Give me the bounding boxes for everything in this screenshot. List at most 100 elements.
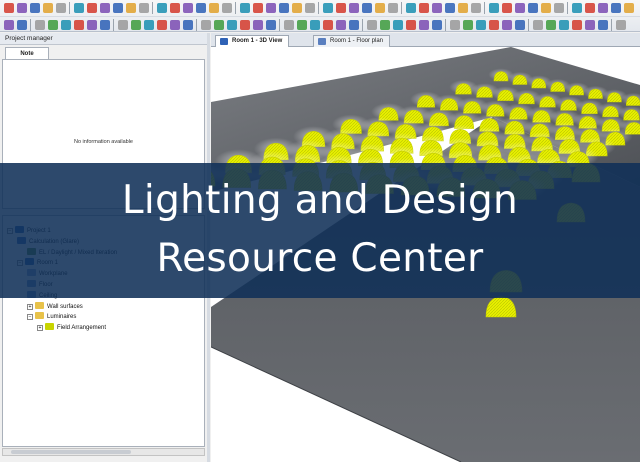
toolbar-button-icon[interactable] bbox=[43, 3, 53, 13]
toolbar-button-icon[interactable] bbox=[432, 20, 442, 30]
toolbar-button-icon[interactable] bbox=[349, 3, 359, 13]
toolbar-button-icon[interactable] bbox=[56, 3, 66, 13]
toolbar-button-icon[interactable] bbox=[336, 3, 346, 13]
toolbar-button-icon[interactable] bbox=[279, 3, 289, 13]
toolbar-button-icon[interactable] bbox=[323, 3, 333, 13]
toolbar-button-icon[interactable] bbox=[100, 20, 110, 30]
toolbar-button-icon[interactable] bbox=[126, 3, 136, 13]
toolbar-button-icon[interactable] bbox=[476, 20, 486, 30]
toolbar-button-icon[interactable] bbox=[367, 20, 377, 30]
toolbar-button-icon[interactable] bbox=[611, 3, 621, 13]
toolbar-button-icon[interactable] bbox=[393, 20, 403, 30]
toolbar-button-icon[interactable] bbox=[533, 20, 543, 30]
toolbar-button-icon[interactable] bbox=[266, 20, 276, 30]
toolbar-button-icon[interactable] bbox=[349, 20, 359, 30]
toolbar-button-icon[interactable] bbox=[17, 3, 27, 13]
toolbar-button-icon[interactable] bbox=[157, 20, 167, 30]
toolbar-button-icon[interactable] bbox=[471, 3, 481, 13]
toolbar-button-icon[interactable] bbox=[35, 20, 45, 30]
toolbar-button-icon[interactable] bbox=[30, 3, 40, 13]
toolbar-button-icon[interactable] bbox=[144, 20, 154, 30]
toolbar-button-icon[interactable] bbox=[624, 3, 634, 13]
toolbar-button-icon[interactable] bbox=[380, 20, 390, 30]
toolbar-button-icon[interactable] bbox=[388, 3, 398, 13]
toolbar-button-icon[interactable] bbox=[201, 20, 211, 30]
toolbar-button-icon[interactable] bbox=[375, 3, 385, 13]
tree-item-field[interactable]: + Field Arrangement bbox=[37, 323, 106, 333]
toolbar-button-icon[interactable] bbox=[572, 3, 582, 13]
toolbar-button-icon[interactable] bbox=[183, 3, 193, 13]
toolbar-button-icon[interactable] bbox=[515, 3, 525, 13]
toolbar-button-icon[interactable] bbox=[266, 3, 276, 13]
toolbar-button-icon[interactable] bbox=[406, 20, 416, 30]
toolbar-button-icon[interactable] bbox=[222, 3, 232, 13]
toolbar-button-icon[interactable] bbox=[541, 3, 551, 13]
tree-item-walls[interactable]: + Wall surfaces bbox=[27, 301, 83, 312]
toolbar-button-icon[interactable] bbox=[323, 20, 333, 30]
toolbar-button-icon[interactable] bbox=[546, 20, 556, 30]
toolbar-button-icon[interactable] bbox=[598, 20, 608, 30]
toolbar-button-icon[interactable] bbox=[74, 3, 84, 13]
toolbar-button-icon[interactable] bbox=[502, 3, 512, 13]
toolbar-button-icon[interactable] bbox=[572, 20, 582, 30]
expand-icon[interactable]: + bbox=[37, 325, 43, 332]
toolbar-button-icon[interactable] bbox=[214, 20, 224, 30]
toolbar-button-icon[interactable] bbox=[183, 20, 193, 30]
toolbar-button-icon[interactable] bbox=[445, 3, 455, 13]
toolbar-button-icon[interactable] bbox=[4, 3, 14, 13]
toolbar-button-icon[interactable] bbox=[240, 20, 250, 30]
toolbar-button-icon[interactable] bbox=[113, 3, 123, 13]
toolbar-button-icon[interactable] bbox=[585, 3, 595, 13]
toolbar-button-icon[interactable] bbox=[598, 3, 608, 13]
toolbar-button-icon[interactable] bbox=[528, 3, 538, 13]
tab-floor-plan[interactable]: Room 1 - Floor plan bbox=[313, 35, 391, 47]
toolbar-button-icon[interactable] bbox=[253, 3, 263, 13]
toolbar-button-icon[interactable] bbox=[131, 20, 141, 30]
toolbar-button-icon[interactable] bbox=[87, 3, 97, 13]
toolbar-button-icon[interactable] bbox=[48, 20, 58, 30]
toolbar-button-icon[interactable] bbox=[554, 3, 564, 13]
toolbar-button-icon[interactable] bbox=[297, 20, 307, 30]
toolbar-button-icon[interactable] bbox=[240, 3, 250, 13]
expand-icon[interactable]: + bbox=[27, 303, 33, 310]
toolbar-button-icon[interactable] bbox=[139, 3, 149, 13]
toolbar-button-icon[interactable] bbox=[336, 20, 346, 30]
scrollbar-thumb[interactable] bbox=[11, 450, 131, 454]
toolbar-button-icon[interactable] bbox=[489, 20, 499, 30]
toolbar-button-icon[interactable] bbox=[170, 20, 180, 30]
toolbar-button-icon[interactable] bbox=[227, 20, 237, 30]
toolbar-button-icon[interactable] bbox=[61, 20, 71, 30]
toolbar-button-icon[interactable] bbox=[432, 3, 442, 13]
toolbar-button-icon[interactable] bbox=[406, 3, 416, 13]
toolbar-button-icon[interactable] bbox=[585, 20, 595, 30]
toolbar-button-icon[interactable] bbox=[87, 20, 97, 30]
horizontal-scrollbar[interactable] bbox=[2, 448, 205, 456]
toolbar-button-icon[interactable] bbox=[100, 3, 110, 13]
toolbar-button-icon[interactable] bbox=[419, 20, 429, 30]
toolbar-button-icon[interactable] bbox=[253, 20, 263, 30]
tab-3d-view[interactable]: Room 1 - 3D View bbox=[215, 35, 290, 47]
toolbar-button-icon[interactable] bbox=[362, 3, 372, 13]
toolbar-button-icon[interactable] bbox=[4, 20, 14, 30]
toolbar-button-icon[interactable] bbox=[284, 20, 294, 30]
toolbar-button-icon[interactable] bbox=[170, 3, 180, 13]
toolbar-button-icon[interactable] bbox=[305, 3, 315, 13]
toolbar-button-icon[interactable] bbox=[616, 20, 626, 30]
toolbar-button-icon[interactable] bbox=[489, 3, 499, 13]
toolbar-button-icon[interactable] bbox=[450, 20, 460, 30]
toolbar-button-icon[interactable] bbox=[463, 20, 473, 30]
toolbar-button-icon[interactable] bbox=[209, 3, 219, 13]
tree-item-luminaires[interactable]: − Luminaires bbox=[27, 312, 76, 322]
toolbar-button-icon[interactable] bbox=[419, 3, 429, 13]
toolbar-button-icon[interactable] bbox=[118, 20, 128, 30]
collapse-icon[interactable]: − bbox=[27, 314, 33, 321]
toolbar-button-icon[interactable] bbox=[502, 20, 512, 30]
toolbar-button-icon[interactable] bbox=[157, 3, 167, 13]
toolbar-button-icon[interactable] bbox=[458, 3, 468, 13]
toolbar-button-icon[interactable] bbox=[292, 3, 302, 13]
toolbar-button-icon[interactable] bbox=[17, 20, 27, 30]
toolbar-button-icon[interactable] bbox=[310, 20, 320, 30]
toolbar-button-icon[interactable] bbox=[559, 20, 569, 30]
toolbar-button-icon[interactable] bbox=[196, 3, 206, 13]
toolbar-button-icon[interactable] bbox=[74, 20, 84, 30]
